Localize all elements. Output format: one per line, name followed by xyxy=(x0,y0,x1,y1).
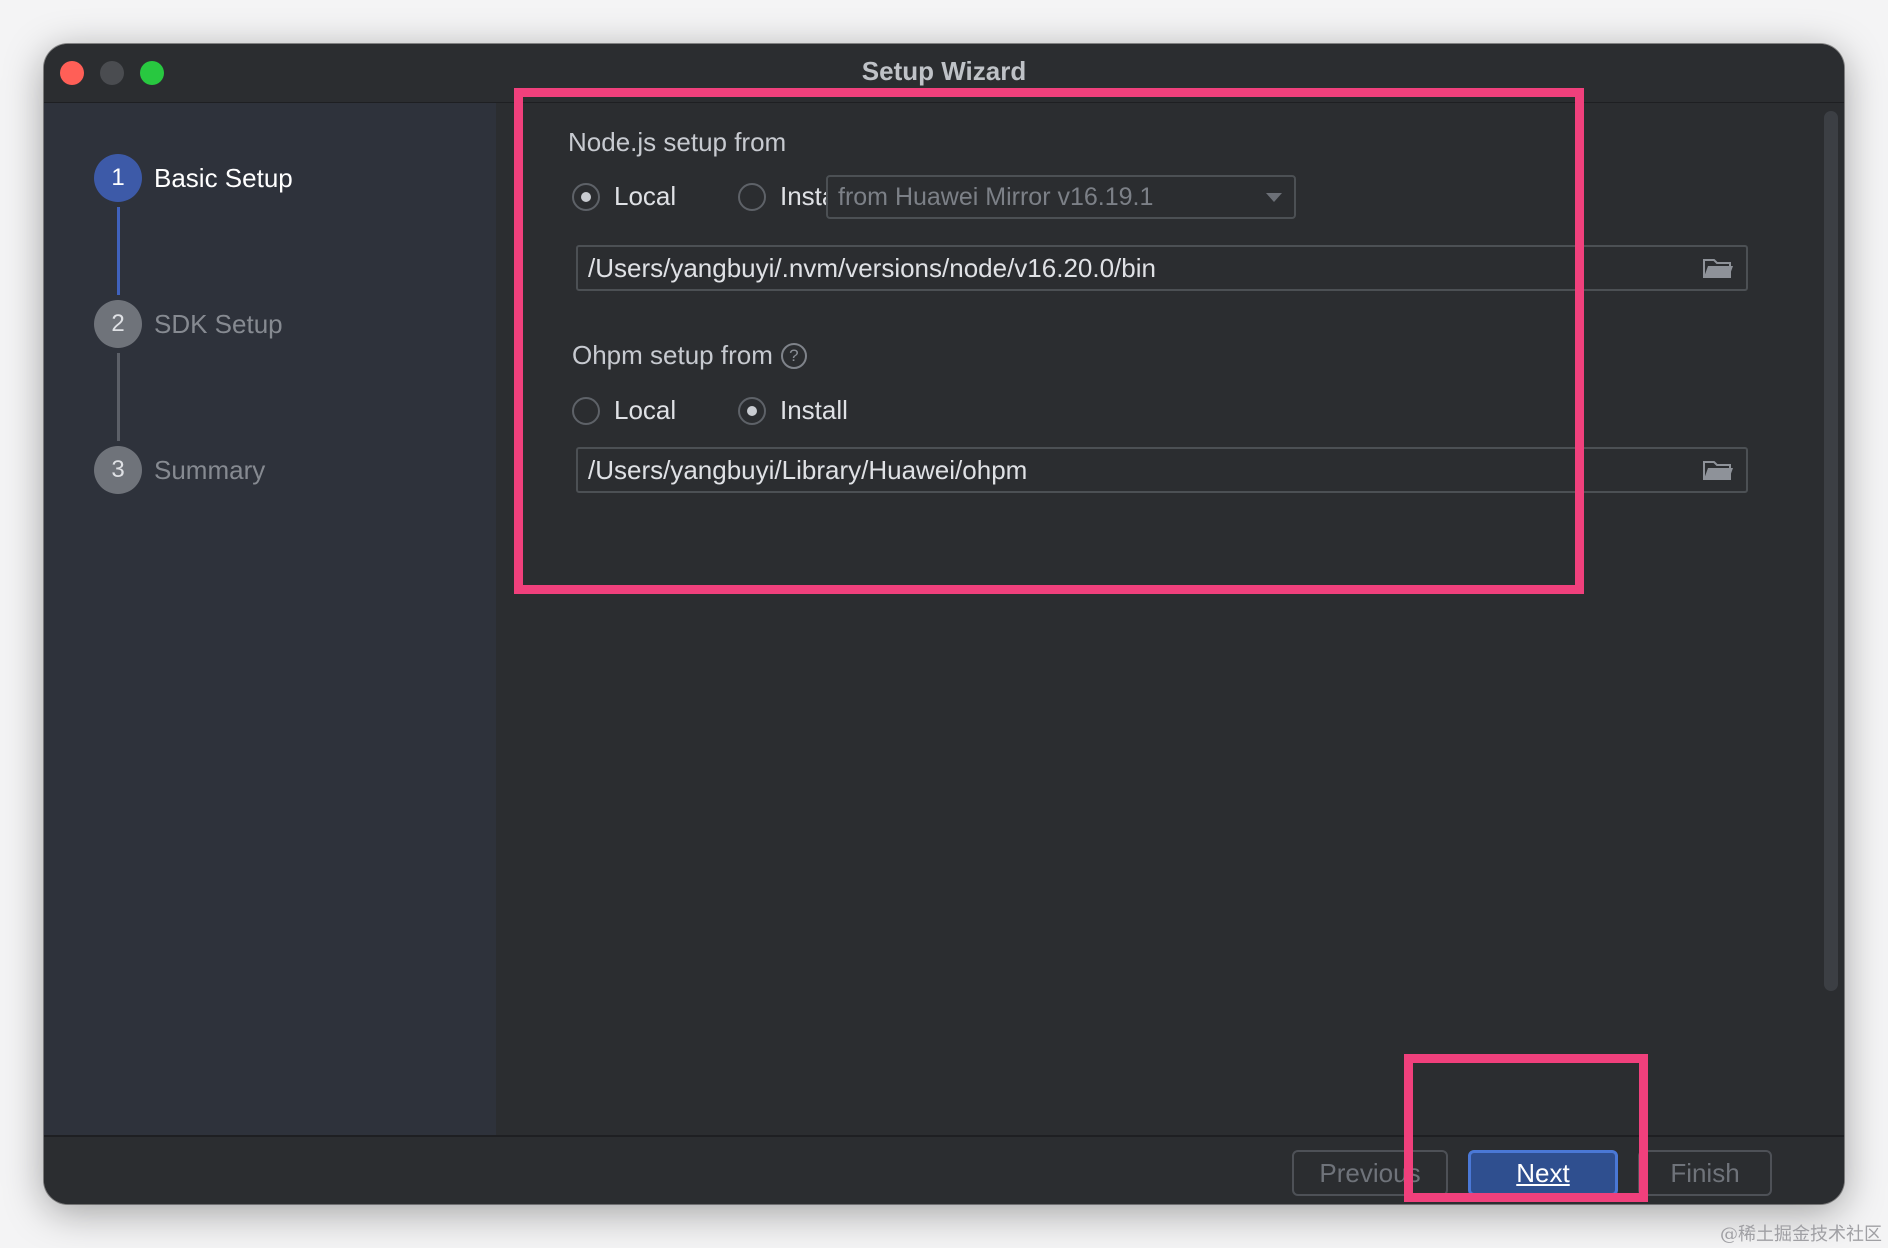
radio-label: Local xyxy=(614,395,677,425)
finish-button[interactable]: Finish xyxy=(1638,1150,1772,1196)
radio-label: Local xyxy=(614,181,677,211)
window-title: Setup Wizard xyxy=(861,56,1027,86)
step-number-badge: 1 xyxy=(94,154,142,202)
folder-icon[interactable] xyxy=(1698,450,1738,490)
step-label: SDK Setup xyxy=(154,308,283,339)
ohpm-install-radio[interactable]: Install xyxy=(738,395,848,426)
mirror-select-value: from Huawei Mirror v16.19.1 xyxy=(838,182,1154,211)
nodejs-section-label: Node.js setup from xyxy=(568,127,787,157)
step-sdk-setup[interactable]: 2 SDK Setup xyxy=(94,300,283,348)
chevron-down-icon xyxy=(1266,192,1282,202)
basic-setup-panel: Node.js setup from Local Install from Hu… xyxy=(496,103,1844,1135)
radio-button[interactable] xyxy=(738,396,766,425)
step-summary[interactable]: 3 Summary xyxy=(94,446,265,494)
step-number-badge: 2 xyxy=(94,300,142,348)
vertical-scrollbar[interactable] xyxy=(1824,111,1838,991)
nodejs-path-field[interactable]: /Users/yangbuyi/.nvm/versions/node/v16.2… xyxy=(576,245,1748,291)
step-label: Summary xyxy=(154,454,266,485)
next-button[interactable]: Next xyxy=(1468,1150,1618,1196)
wizard-footer: Previous Next Finish xyxy=(44,1135,1844,1204)
radio-button[interactable] xyxy=(738,182,766,211)
title-bar: Setup Wizard xyxy=(44,44,1844,103)
step-number-badge: 3 xyxy=(94,446,142,494)
step-connector xyxy=(117,207,120,295)
previous-button[interactable]: Previous xyxy=(1292,1150,1448,1196)
step-connector xyxy=(117,353,120,441)
ohpm-section-label-row: Ohpm setup from ? xyxy=(572,340,807,371)
radio-button[interactable] xyxy=(572,182,600,211)
ohpm-path-field[interactable]: /Users/yangbuyi/Library/Huawei/ohpm xyxy=(576,447,1748,493)
step-basic-setup[interactable]: 1 Basic Setup xyxy=(94,154,293,202)
ohpm-path-value: /Users/yangbuyi/Library/Huawei/ohpm xyxy=(588,454,1028,485)
nodejs-local-radio[interactable]: Local xyxy=(572,181,676,212)
steps-sidebar: 1 Basic Setup 2 SDK Setup 3 Summary xyxy=(44,103,496,1135)
ohpm-section-label: Ohpm setup from xyxy=(572,340,773,370)
setup-wizard-window: Setup Wizard 1 Basic Setup 2 SDK Setup 3… xyxy=(44,44,1844,1204)
radio-button[interactable] xyxy=(572,396,600,425)
nodejs-path-value: /Users/yangbuyi/.nvm/versions/node/v16.2… xyxy=(588,252,1156,283)
ohpm-local-radio[interactable]: Local xyxy=(572,395,676,426)
watermark: @稀土掘金技术社区 xyxy=(1720,1224,1882,1245)
radio-label: Install xyxy=(780,395,848,425)
folder-icon[interactable] xyxy=(1698,248,1738,288)
step-label: Basic Setup xyxy=(154,162,293,193)
help-icon[interactable]: ? xyxy=(780,342,807,369)
nodejs-mirror-select[interactable]: from Huawei Mirror v16.19.1 xyxy=(826,175,1296,219)
